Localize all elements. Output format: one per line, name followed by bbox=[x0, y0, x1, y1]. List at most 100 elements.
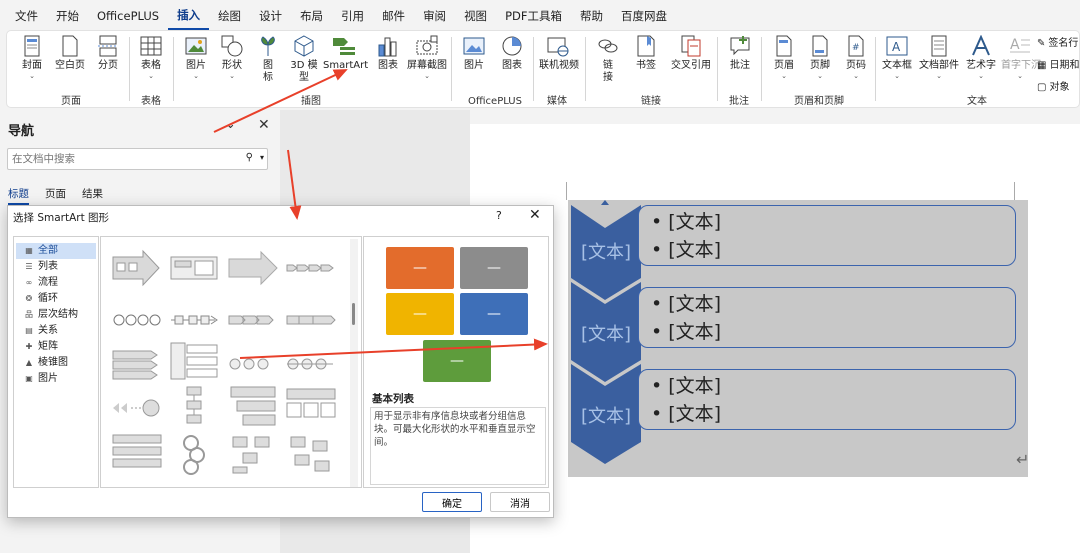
layout-thumbnail[interactable] bbox=[111, 301, 163, 333]
menu-draw[interactable]: 绘图 bbox=[209, 0, 250, 30]
smartart-row[interactable]: [文本] • [文本] • [文本] bbox=[568, 364, 1028, 464]
chevron-down-icon[interactable]: ⌄ bbox=[225, 117, 236, 132]
layout-thumbnail[interactable] bbox=[169, 385, 221, 424]
page-break-button[interactable]: 分页 bbox=[91, 34, 125, 72]
page-number-button[interactable]: # 页码 ⌄ bbox=[839, 34, 873, 80]
smartart-row[interactable]: [文本] • [文本] • [文本] bbox=[568, 200, 1028, 300]
menu-home[interactable]: 开始 bbox=[47, 0, 88, 30]
menu-layout[interactable]: 布局 bbox=[291, 0, 332, 30]
layout-thumbnail[interactable] bbox=[111, 345, 163, 380]
smartart-level2-box[interactable]: • [文本] • [文本] bbox=[638, 287, 1016, 348]
menu-mailings[interactable]: 邮件 bbox=[373, 0, 414, 30]
layout-thumbnail[interactable] bbox=[285, 385, 337, 418]
smartart-bullet[interactable]: • [文本] bbox=[651, 236, 1015, 264]
object-button[interactable]: ▢ 对象 bbox=[1037, 77, 1079, 99]
gallery-scrollbar[interactable] bbox=[350, 239, 358, 487]
close-icon[interactable]: ✕ bbox=[529, 207, 541, 223]
picture-button[interactable]: 图片 ⌄ bbox=[179, 34, 213, 80]
search-icon[interactable]: ⚲ bbox=[246, 152, 253, 163]
layout-thumbnail[interactable] bbox=[169, 341, 221, 380]
smartart-bullet[interactable]: • [文本] bbox=[651, 400, 1015, 428]
date-time-button[interactable]: ▦ 日期和 bbox=[1037, 55, 1079, 77]
menu-insert[interactable]: 插入 bbox=[168, 0, 210, 30]
menu-pdf-toolbox[interactable]: PDF工具箱 bbox=[496, 0, 571, 30]
header-button[interactable]: 页眉 ⌄ bbox=[767, 34, 801, 80]
wordart-button[interactable]: 艺术字 ⌄ bbox=[963, 34, 999, 80]
layout-thumbnail[interactable] bbox=[285, 249, 337, 281]
menu-design[interactable]: 设计 bbox=[250, 0, 291, 30]
menu-view[interactable]: 视图 bbox=[455, 0, 496, 30]
layout-thumbnail[interactable] bbox=[111, 249, 163, 287]
tab-results[interactable]: 结果 bbox=[82, 186, 103, 205]
op-picture-button[interactable]: 图片 bbox=[457, 34, 491, 72]
cancel-button[interactable]: 消消 bbox=[490, 492, 550, 512]
footer-button[interactable]: 页脚 ⌄ bbox=[803, 34, 837, 80]
smartart-button[interactable]: SmartArt bbox=[323, 34, 368, 72]
cover-button[interactable]: 封面 ⌄ bbox=[15, 34, 49, 80]
close-icon[interactable]: ✕ bbox=[258, 117, 270, 133]
tab-headings[interactable]: 标题 bbox=[8, 186, 29, 205]
layout-thumbnail[interactable] bbox=[169, 433, 221, 475]
layout-thumbnail[interactable] bbox=[227, 345, 279, 377]
category-cycle[interactable]: ❂ 循环 bbox=[16, 291, 96, 307]
search-dropdown-icon[interactable]: ▾ bbox=[260, 153, 264, 162]
category-matrix[interactable]: ✚ 矩阵 bbox=[16, 339, 96, 355]
category-process[interactable]: ∞ 流程 bbox=[16, 275, 96, 291]
comment-button[interactable]: 批注 bbox=[723, 34, 757, 72]
smartart-level1-text[interactable]: [文本] bbox=[571, 320, 641, 346]
table-button[interactable]: 表格 ⌄ bbox=[134, 34, 168, 80]
quick-parts-button[interactable]: 文档部件 ⌄ bbox=[917, 34, 961, 80]
menu-file[interactable]: 文件 bbox=[6, 0, 47, 30]
search-input[interactable] bbox=[8, 149, 228, 169]
smartart-bullet[interactable]: • [文本] bbox=[651, 318, 1015, 346]
layout-thumbnail[interactable] bbox=[111, 389, 163, 421]
category-hierarchy[interactable]: 品层次结构 bbox=[16, 307, 96, 323]
3d-model-button[interactable]: 3D 模型 bbox=[287, 34, 321, 84]
category-pyramid[interactable]: ▲ 棱锥图 bbox=[16, 355, 96, 371]
online-video-button[interactable]: 联机视频 bbox=[539, 34, 579, 72]
category-all[interactable]: ▦ 全部 bbox=[16, 243, 96, 259]
layout-thumbnail[interactable] bbox=[169, 301, 221, 333]
layout-thumbnail[interactable] bbox=[227, 385, 279, 426]
menu-officeplus[interactable]: OfficePLUS bbox=[88, 0, 168, 30]
category-picture[interactable]: ▣ 图片 bbox=[16, 371, 96, 387]
menu-references[interactable]: 引用 bbox=[332, 0, 373, 30]
crossref-button[interactable]: 交叉引用 bbox=[669, 34, 713, 72]
scrollbar-thumb[interactable] bbox=[352, 303, 355, 325]
layout-thumbnail[interactable] bbox=[111, 433, 163, 468]
menu-help[interactable]: 帮助 bbox=[571, 0, 612, 30]
screenshot-button[interactable]: 屏幕截图 ⌄ bbox=[407, 34, 447, 80]
icons-button[interactable]: 图标 bbox=[251, 34, 285, 84]
smartart-level2-box[interactable]: • [文本] • [文本] bbox=[638, 369, 1016, 430]
tab-pages[interactable]: 页面 bbox=[45, 186, 66, 205]
category-relationship[interactable]: ▤ 关系 bbox=[16, 323, 96, 339]
smartart-bullet[interactable]: • [文本] bbox=[651, 290, 1015, 318]
smartart-bullet[interactable]: • [文本] bbox=[651, 372, 1015, 400]
bookmark-button[interactable]: 书签 bbox=[629, 34, 663, 72]
link-button[interactable]: 链接 bbox=[591, 34, 625, 84]
layout-thumbnail[interactable] bbox=[285, 301, 337, 333]
smartart-row[interactable]: [文本] • [文本] • [文本] bbox=[568, 282, 1028, 382]
signature-line-button[interactable]: ✎ 签名行 bbox=[1037, 33, 1079, 55]
layout-thumbnail[interactable] bbox=[227, 249, 279, 286]
layout-thumbnail[interactable] bbox=[227, 433, 279, 474]
smartart-level1-text[interactable]: [文本] bbox=[571, 238, 641, 264]
layout-thumbnail[interactable] bbox=[169, 249, 221, 281]
blank-page-button[interactable]: 空白页 bbox=[53, 34, 87, 72]
smartart-graphic[interactable]: [文本] • [文本] • [文本] [文本] • [文本] • [文本] [文… bbox=[568, 200, 1028, 477]
shapes-button[interactable]: 形状 ⌄ bbox=[215, 34, 249, 80]
drop-cap-button[interactable]: A 首字下沉 ⌄ bbox=[1001, 34, 1041, 80]
menu-review[interactable]: 审阅 bbox=[414, 0, 455, 30]
category-list-type[interactable]: ☰ 列表 bbox=[16, 259, 96, 275]
smartart-bullet[interactable]: • [文本] bbox=[651, 208, 1015, 236]
op-chart-button[interactable]: 图表 bbox=[495, 34, 529, 72]
chart-button[interactable]: 图表 bbox=[371, 34, 405, 72]
menu-baidu-netdisk[interactable]: 百度网盘 bbox=[612, 0, 676, 30]
smartart-level1-text[interactable]: [文本] bbox=[571, 402, 641, 428]
ok-button[interactable]: 确定 bbox=[422, 492, 482, 512]
smartart-level2-box[interactable]: • [文本] • [文本] bbox=[638, 205, 1016, 266]
help-button[interactable]: ? bbox=[496, 209, 502, 222]
layout-thumbnail[interactable] bbox=[285, 345, 337, 377]
layout-thumbnail[interactable] bbox=[227, 301, 279, 333]
textbox-button[interactable]: A 文本框 ⌄ bbox=[879, 34, 915, 80]
